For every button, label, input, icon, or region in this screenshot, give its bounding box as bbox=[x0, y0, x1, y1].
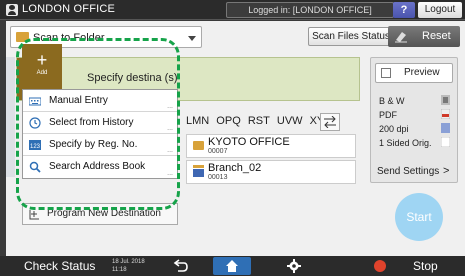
menu-item-label: Select from History bbox=[49, 117, 134, 128]
settings-panel: Preview B & W PDF 200 dpi 1 Sided Orig. … bbox=[370, 57, 458, 183]
scan-folder-label: Scan to Folder bbox=[33, 32, 105, 44]
gear-icon[interactable] bbox=[287, 259, 301, 273]
send-settings-label: Send Settings bbox=[377, 166, 440, 177]
preview-checkbox[interactable] bbox=[381, 68, 391, 78]
destination-item[interactable]: Branch_02 00013 bbox=[186, 160, 356, 184]
time: 11:18 bbox=[112, 267, 127, 273]
more-dots: ... bbox=[167, 170, 173, 177]
reset-button[interactable]: Reset bbox=[388, 26, 460, 47]
destination-item[interactable]: KYOTO OFFICE 00007 bbox=[186, 134, 356, 158]
chevron-down-icon bbox=[188, 36, 196, 41]
pdf-icon bbox=[441, 109, 450, 119]
menu-item-select-history[interactable]: Select from History ... bbox=[23, 112, 177, 134]
folder-icon bbox=[193, 141, 204, 150]
stop-icon[interactable] bbox=[374, 260, 386, 272]
add-label: Add bbox=[36, 70, 48, 76]
more-dots: ... bbox=[167, 147, 173, 154]
reset-label: Reset bbox=[422, 30, 451, 42]
svg-text:123: 123 bbox=[30, 144, 41, 150]
swap-arrows-icon bbox=[324, 115, 336, 129]
program-new-destination-button[interactable]: Program New Destination bbox=[22, 203, 178, 225]
setting-file-type: PDF bbox=[379, 110, 397, 120]
destination-number: 00013 bbox=[208, 174, 228, 181]
menu-item-search-address-book[interactable]: Search Address Book ... bbox=[23, 156, 177, 178]
swap-arrows-button[interactable] bbox=[320, 113, 340, 131]
logout-button[interactable]: Logout bbox=[418, 2, 462, 18]
more-dots: ... bbox=[167, 103, 173, 110]
one-sided-icon bbox=[441, 137, 450, 147]
folder-icon bbox=[16, 32, 29, 42]
send-settings-button[interactable]: Send Settings > bbox=[375, 164, 453, 180]
tab-opq[interactable]: OPQ bbox=[216, 115, 240, 127]
resolution-icon bbox=[441, 123, 450, 133]
top-title: LONDON OFFICE bbox=[22, 3, 116, 15]
number-icon: 123 bbox=[29, 140, 41, 150]
setting-sides: 1 Sided Orig. bbox=[379, 138, 432, 148]
menu-item-label: Manual Entry bbox=[49, 95, 108, 106]
more-dots: ... bbox=[167, 125, 173, 132]
keyboard-icon bbox=[29, 97, 41, 106]
start-button[interactable]: Start bbox=[395, 193, 443, 241]
date: 18 Jul. 2018 bbox=[112, 259, 145, 265]
scan-files-status-button[interactable]: Scan Files Status bbox=[308, 27, 394, 46]
popup-menu-list: Manual Entry ... Select from History ...… bbox=[22, 89, 178, 179]
plus-icon: + bbox=[36, 50, 48, 70]
date-time: 18 Jul. 2018 11:18 bbox=[112, 258, 145, 274]
side-tab-strip[interactable] bbox=[6, 57, 15, 177]
menu-item-label: Specify by Reg. No. bbox=[49, 139, 138, 150]
eraser-icon bbox=[395, 32, 407, 43]
tab-lmn[interactable]: LMN bbox=[186, 115, 209, 127]
user-icon bbox=[6, 4, 18, 16]
group-icon bbox=[193, 165, 204, 177]
destination-name: KYOTO OFFICE bbox=[208, 136, 290, 148]
bw-icon bbox=[441, 95, 450, 105]
setting-resolution: 200 dpi bbox=[379, 124, 409, 134]
program-icon bbox=[29, 210, 39, 220]
destination-name: Branch_02 bbox=[208, 162, 262, 174]
check-status-button[interactable]: Check Status bbox=[24, 259, 95, 273]
popup-add-button[interactable]: + Add bbox=[22, 44, 62, 89]
home-button[interactable] bbox=[213, 257, 251, 275]
back-icon[interactable] bbox=[172, 259, 188, 273]
tab-rst[interactable]: RST bbox=[248, 115, 270, 127]
bottom-bar: Check Status 18 Jul. 2018 11:18 Stop bbox=[0, 256, 465, 276]
logout-label: Logout bbox=[424, 4, 456, 15]
destination-number: 00007 bbox=[208, 148, 228, 155]
menu-item-specify-reg-no[interactable]: 123 Specify by Reg. No. ... bbox=[23, 134, 177, 156]
chevron-right-icon: > bbox=[443, 165, 450, 177]
tab-uvw[interactable]: UVW bbox=[277, 115, 303, 127]
preview-label: Preview bbox=[404, 67, 440, 78]
history-icon bbox=[29, 117, 41, 129]
home-icon bbox=[226, 260, 238, 272]
preview-button[interactable]: Preview bbox=[375, 63, 453, 83]
stop-button[interactable]: Stop bbox=[413, 259, 438, 273]
menu-item-manual-entry[interactable]: Manual Entry ... bbox=[23, 90, 177, 112]
program-new-destination-label: Program New Destination bbox=[47, 208, 161, 219]
help-button[interactable]: ? bbox=[393, 2, 415, 18]
top-bar: LONDON OFFICE Logged in: [LONDON OFFICE]… bbox=[0, 0, 465, 20]
menu-item-label: Search Address Book bbox=[49, 161, 146, 172]
add-destination-popup: + Add Manual Entry ... Select from Histo… bbox=[22, 44, 178, 228]
alphabet-tabs: LMN OPQ RST UVW XYZ bbox=[186, 115, 335, 133]
login-status: Logged in: [LONDON OFFICE] bbox=[226, 2, 394, 18]
setting-color: B & W bbox=[379, 96, 405, 106]
search-icon bbox=[29, 161, 41, 173]
